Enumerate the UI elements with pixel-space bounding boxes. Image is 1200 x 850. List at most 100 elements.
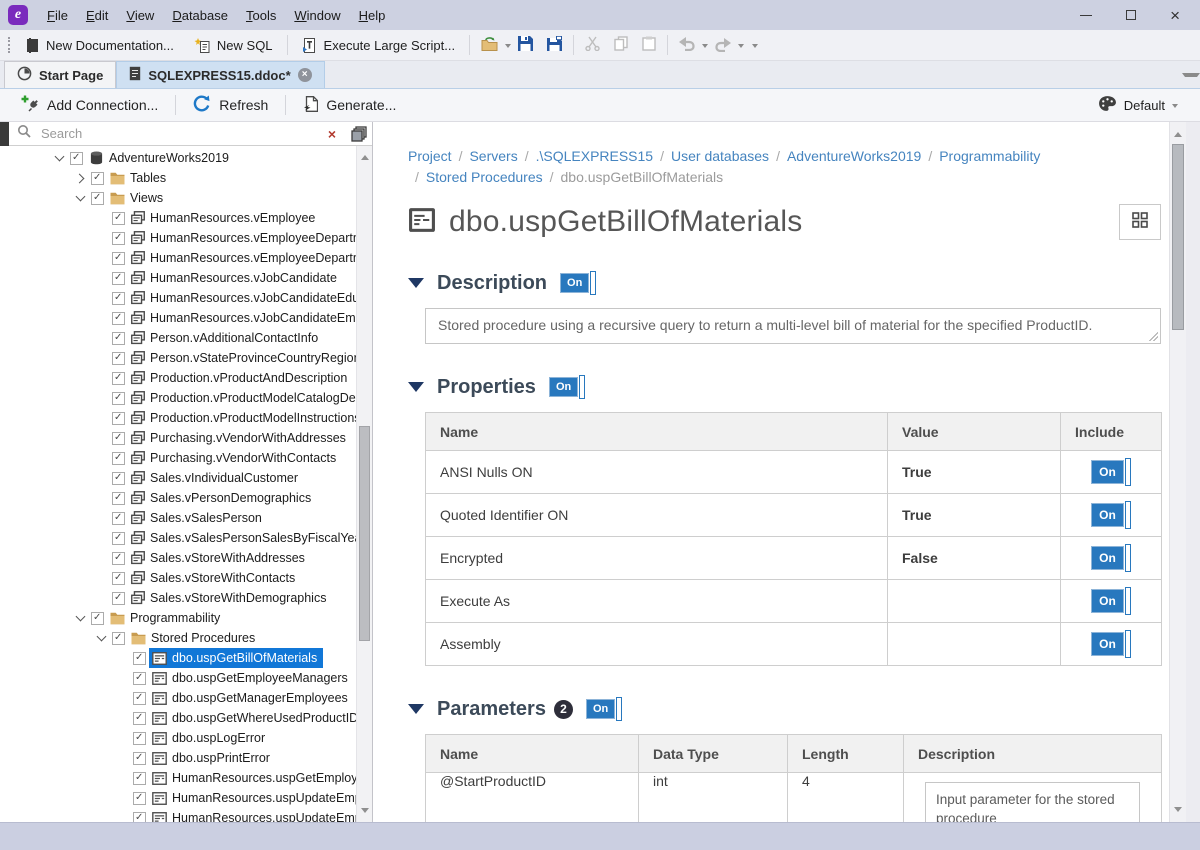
- close-icon[interactable]: ×: [1170, 7, 1180, 24]
- tree-item[interactable]: Sales.vStoreWithAddresses: [0, 548, 355, 568]
- scroll-up-icon[interactable]: [361, 151, 369, 160]
- refresh-button[interactable]: Refresh: [180, 89, 281, 121]
- redo-button[interactable]: [708, 32, 738, 58]
- checkbox[interactable]: [112, 632, 125, 645]
- tree-item[interactable]: Programmability: [0, 608, 355, 628]
- checkbox[interactable]: [133, 672, 146, 685]
- toolbar-overflow-icon[interactable]: [752, 44, 758, 51]
- collapse-triangle-icon[interactable]: [408, 382, 424, 392]
- new-sql-button[interactable]: New SQL: [184, 32, 283, 58]
- tree-item[interactable]: dbo.uspLogError: [0, 728, 355, 748]
- chevron-down-icon[interactable]: [94, 636, 109, 640]
- tree-item[interactable]: Stored Procedures: [0, 628, 355, 648]
- checkbox[interactable]: [112, 452, 125, 465]
- tree-item[interactable]: HumanResources.uspUpdateEmploy...: [0, 788, 355, 808]
- redo-dropdown-icon[interactable]: [738, 44, 744, 51]
- content-scrollbar[interactable]: [1169, 122, 1186, 822]
- breadcrumb-link[interactable]: Servers: [469, 148, 517, 164]
- maximize-icon[interactable]: [1126, 10, 1136, 20]
- checkbox[interactable]: [112, 212, 125, 225]
- tab-list-dropdown-icon[interactable]: [1182, 73, 1200, 88]
- checkbox[interactable]: [112, 292, 125, 305]
- tab-start-page[interactable]: Start Page: [4, 61, 116, 88]
- scroll-down-icon[interactable]: [361, 808, 369, 817]
- parameters-include-toggle[interactable]: On: [586, 697, 622, 721]
- minimize-icon[interactable]: [1080, 15, 1092, 16]
- checkbox[interactable]: [112, 372, 125, 385]
- tree-item[interactable]: HumanResources.vEmployeeDepartment: [0, 228, 355, 248]
- include-toggle[interactable]: On: [1091, 587, 1131, 615]
- include-toggle[interactable]: On: [1091, 544, 1131, 572]
- tab-document[interactable]: SQLEXPRESS15.ddoc* ×: [116, 61, 324, 88]
- layout-grid-button[interactable]: [1119, 204, 1161, 240]
- tree-item[interactable]: dbo.uspGetWhereUsedProductID: [0, 708, 355, 728]
- checkbox[interactable]: [112, 512, 125, 525]
- content-scrollbar-thumb[interactable]: [1172, 144, 1184, 330]
- tree-item[interactable]: Person.vAdditionalContactInfo: [0, 328, 355, 348]
- tree-item[interactable]: Sales.vStoreWithDemographics: [0, 588, 355, 608]
- collapse-triangle-icon[interactable]: [408, 704, 424, 714]
- menu-view[interactable]: View: [117, 4, 163, 27]
- tree-item[interactable]: Purchasing.vVendorWithAddresses: [0, 428, 355, 448]
- checkbox[interactable]: [112, 272, 125, 285]
- breadcrumb-link[interactable]: Project: [408, 148, 452, 164]
- tree-item[interactable]: dbo.uspGetBillOfMaterials: [0, 648, 355, 668]
- tree-item[interactable]: Sales.vIndividualCustomer: [0, 468, 355, 488]
- search-input[interactable]: [39, 125, 318, 142]
- panel-grip[interactable]: [0, 122, 9, 146]
- chevron-right-icon[interactable]: [73, 175, 88, 182]
- tree-item[interactable]: Sales.vSalesPerson: [0, 508, 355, 528]
- tree-scrollbar[interactable]: [356, 146, 372, 822]
- checkbox[interactable]: [112, 432, 125, 445]
- collapse-triangle-icon[interactable]: [408, 278, 424, 288]
- theme-picker-button[interactable]: Default: [1098, 95, 1192, 115]
- include-toggle[interactable]: On: [1091, 630, 1131, 658]
- menu-help[interactable]: Help: [350, 4, 395, 27]
- resize-handle-icon[interactable]: [1149, 332, 1158, 341]
- description-textarea[interactable]: Stored procedure using a recursive query…: [425, 308, 1161, 344]
- checkbox[interactable]: [91, 172, 104, 185]
- breadcrumb-link[interactable]: User databases: [671, 148, 769, 164]
- chevron-down-icon[interactable]: [73, 196, 88, 200]
- breadcrumb-link[interactable]: .\SQLEXPRESS15: [536, 148, 654, 164]
- tree-item[interactable]: Production.vProductModelInstructions: [0, 408, 355, 428]
- checkbox[interactable]: [70, 152, 83, 165]
- include-toggle[interactable]: On: [1091, 458, 1131, 486]
- checkbox[interactable]: [112, 572, 125, 585]
- checkbox[interactable]: [112, 332, 125, 345]
- checkbox[interactable]: [112, 592, 125, 605]
- menu-database[interactable]: Database: [163, 4, 237, 27]
- checkbox[interactable]: [112, 312, 125, 325]
- save-as-button[interactable]: [540, 32, 569, 58]
- cut-button[interactable]: [578, 32, 607, 58]
- undo-button[interactable]: [672, 32, 702, 58]
- breadcrumb-link[interactable]: Programmability: [939, 148, 1040, 164]
- tree-item[interactable]: dbo.uspPrintError: [0, 748, 355, 768]
- chevron-down-icon[interactable]: [52, 156, 67, 160]
- checkbox[interactable]: [112, 412, 125, 425]
- checkbox[interactable]: [112, 352, 125, 365]
- tree-item[interactable]: Production.vProductAndDescription: [0, 368, 355, 388]
- include-toggle[interactable]: On: [1091, 501, 1131, 529]
- add-connection-button[interactable]: Add Connection...: [8, 89, 171, 121]
- copy-button[interactable]: [607, 32, 635, 58]
- tree-item[interactable]: HumanResources.vEmployee: [0, 208, 355, 228]
- tree-item[interactable]: dbo.uspGetEmployeeManagers: [0, 668, 355, 688]
- tree-item[interactable]: Tables: [0, 168, 355, 188]
- menu-edit[interactable]: Edit: [77, 4, 117, 27]
- tree-item[interactable]: HumanResources.vEmployeeDepartme...: [0, 248, 355, 268]
- checkbox[interactable]: [112, 552, 125, 565]
- menu-tools[interactable]: Tools: [237, 4, 285, 27]
- menu-file[interactable]: File: [38, 4, 77, 27]
- tree-item[interactable]: AdventureWorks2019: [0, 148, 355, 168]
- checkbox[interactable]: [133, 812, 146, 823]
- tree-item[interactable]: Sales.vPersonDemographics: [0, 488, 355, 508]
- checkbox[interactable]: [133, 772, 146, 785]
- checkbox[interactable]: [112, 472, 125, 485]
- scroll-up-icon[interactable]: [1174, 128, 1182, 137]
- breadcrumb-link[interactable]: AdventureWorks2019: [787, 148, 921, 164]
- tree-item[interactable]: dbo.uspGetManagerEmployees: [0, 688, 355, 708]
- clear-search-icon[interactable]: ×: [326, 127, 338, 141]
- new-documentation-button[interactable]: New Documentation...: [16, 32, 184, 58]
- checkbox[interactable]: [112, 232, 125, 245]
